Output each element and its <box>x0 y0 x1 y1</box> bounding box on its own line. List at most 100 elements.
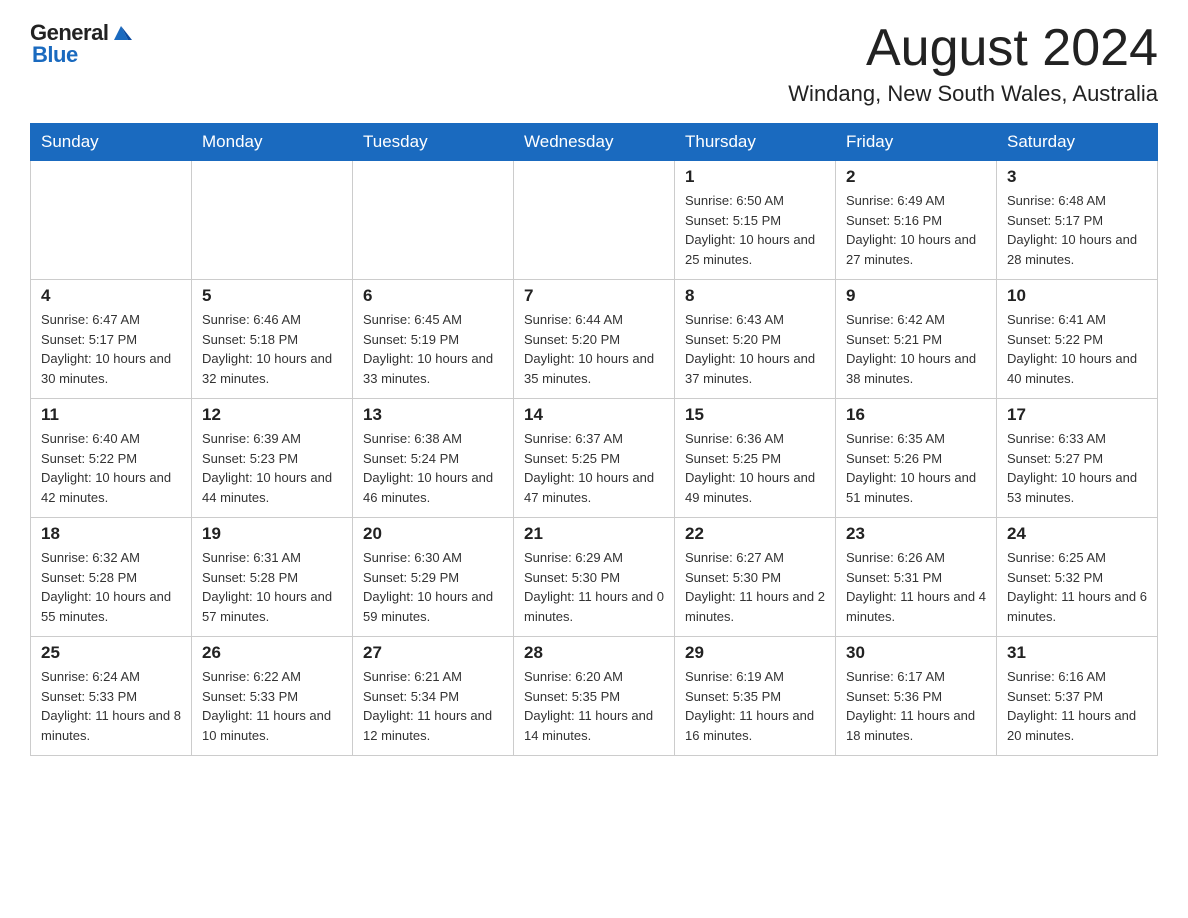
calendar-cell: 2 Sunrise: 6:49 AMSunset: 5:16 PMDaylight… <box>836 161 997 280</box>
calendar-cell: 26 Sunrise: 6:22 AMSunset: 5:33 PMDayligh… <box>192 637 353 756</box>
day-number: 14 <box>524 405 664 425</box>
calendar-table: SundayMondayTuesdayWednesdayThursdayFrid… <box>30 123 1158 756</box>
calendar-cell: 13 Sunrise: 6:38 AMSunset: 5:24 PMDayligh… <box>353 399 514 518</box>
weekday-header-saturday: Saturday <box>997 124 1158 161</box>
day-info: Sunrise: 6:21 AMSunset: 5:34 PMDaylight:… <box>363 667 503 745</box>
weekday-header-row: SundayMondayTuesdayWednesdayThursdayFrid… <box>31 124 1158 161</box>
location-title: Windang, New South Wales, Australia <box>788 81 1158 107</box>
day-number: 27 <box>363 643 503 663</box>
day-info: Sunrise: 6:37 AMSunset: 5:25 PMDaylight:… <box>524 429 664 507</box>
day-number: 8 <box>685 286 825 306</box>
day-number: 9 <box>846 286 986 306</box>
calendar-cell <box>31 161 192 280</box>
calendar-cell: 31 Sunrise: 6:16 AMSunset: 5:37 PMDayligh… <box>997 637 1158 756</box>
day-info: Sunrise: 6:30 AMSunset: 5:29 PMDaylight:… <box>363 548 503 626</box>
weekday-header-friday: Friday <box>836 124 997 161</box>
weekday-header-sunday: Sunday <box>31 124 192 161</box>
day-number: 26 <box>202 643 342 663</box>
calendar-cell: 7 Sunrise: 6:44 AMSunset: 5:20 PMDaylight… <box>514 280 675 399</box>
calendar-cell: 19Sunrise: 6:31 AMSunset: 5:28 PMDayligh… <box>192 518 353 637</box>
calendar-cell: 5Sunrise: 6:46 AMSunset: 5:18 PMDaylight… <box>192 280 353 399</box>
day-info: Sunrise: 6:16 AMSunset: 5:37 PMDaylight:… <box>1007 667 1147 745</box>
day-number: 4 <box>41 286 181 306</box>
calendar-week-row: 25 Sunrise: 6:24 AMSunset: 5:33 PMDayligh… <box>31 637 1158 756</box>
day-info: Sunrise: 6:50 AMSunset: 5:15 PMDaylight:… <box>685 191 825 269</box>
calendar-cell: 17 Sunrise: 6:33 AMSunset: 5:27 PMDayligh… <box>997 399 1158 518</box>
day-number: 16 <box>846 405 986 425</box>
weekday-header-wednesday: Wednesday <box>514 124 675 161</box>
day-info: Sunrise: 6:26 AMSunset: 5:31 PMDaylight:… <box>846 548 986 626</box>
day-info: Sunrise: 6:41 AMSunset: 5:22 PMDaylight:… <box>1007 310 1147 388</box>
day-number: 11 <box>41 405 181 425</box>
weekday-header-tuesday: Tuesday <box>353 124 514 161</box>
logo-text-blue: Blue <box>32 42 78 68</box>
day-info: Sunrise: 6:42 AMSunset: 5:21 PMDaylight:… <box>846 310 986 388</box>
calendar-cell: 9 Sunrise: 6:42 AMSunset: 5:21 PMDaylight… <box>836 280 997 399</box>
day-number: 10 <box>1007 286 1147 306</box>
calendar-cell: 16 Sunrise: 6:35 AMSunset: 5:26 PMDayligh… <box>836 399 997 518</box>
calendar-cell: 11Sunrise: 6:40 AMSunset: 5:22 PMDayligh… <box>31 399 192 518</box>
calendar-week-row: 1 Sunrise: 6:50 AMSunset: 5:15 PMDaylight… <box>31 161 1158 280</box>
day-info: Sunrise: 6:33 AMSunset: 5:27 PMDaylight:… <box>1007 429 1147 507</box>
calendar-cell: 22 Sunrise: 6:27 AMSunset: 5:30 PMDayligh… <box>675 518 836 637</box>
day-info: Sunrise: 6:19 AMSunset: 5:35 PMDaylight:… <box>685 667 825 745</box>
day-number: 23 <box>846 524 986 544</box>
day-number: 21 <box>524 524 664 544</box>
calendar-cell: 28 Sunrise: 6:20 AMSunset: 5:35 PMDayligh… <box>514 637 675 756</box>
day-info: Sunrise: 6:44 AMSunset: 5:20 PMDaylight:… <box>524 310 664 388</box>
day-number: 13 <box>363 405 503 425</box>
calendar-week-row: 4 Sunrise: 6:47 AMSunset: 5:17 PMDaylight… <box>31 280 1158 399</box>
calendar-cell <box>514 161 675 280</box>
day-number: 3 <box>1007 167 1147 187</box>
calendar-cell: 25 Sunrise: 6:24 AMSunset: 5:33 PMDayligh… <box>31 637 192 756</box>
calendar-cell: 4 Sunrise: 6:47 AMSunset: 5:17 PMDaylight… <box>31 280 192 399</box>
day-number: 20 <box>363 524 503 544</box>
day-number: 17 <box>1007 405 1147 425</box>
day-info: Sunrise: 6:45 AMSunset: 5:19 PMDaylight:… <box>363 310 503 388</box>
day-number: 24 <box>1007 524 1147 544</box>
calendar-cell: 18 Sunrise: 6:32 AMSunset: 5:28 PMDayligh… <box>31 518 192 637</box>
day-info: Sunrise: 6:29 AMSunset: 5:30 PMDaylight:… <box>524 548 664 626</box>
calendar-cell: 3 Sunrise: 6:48 AMSunset: 5:17 PMDaylight… <box>997 161 1158 280</box>
day-info: Sunrise: 6:20 AMSunset: 5:35 PMDaylight:… <box>524 667 664 745</box>
calendar-cell <box>192 161 353 280</box>
day-info: Sunrise: 6:43 AMSunset: 5:20 PMDaylight:… <box>685 310 825 388</box>
calendar-cell: 30Sunrise: 6:17 AMSunset: 5:36 PMDayligh… <box>836 637 997 756</box>
calendar-week-row: 11Sunrise: 6:40 AMSunset: 5:22 PMDayligh… <box>31 399 1158 518</box>
day-info: Sunrise: 6:48 AMSunset: 5:17 PMDaylight:… <box>1007 191 1147 269</box>
day-number: 18 <box>41 524 181 544</box>
logo-triangle-icon <box>110 22 132 44</box>
day-number: 22 <box>685 524 825 544</box>
day-number: 2 <box>846 167 986 187</box>
page-header: General Blue August 2024 Windang, New So… <box>30 20 1158 107</box>
day-info: Sunrise: 6:47 AMSunset: 5:17 PMDaylight:… <box>41 310 181 388</box>
calendar-cell: 27 Sunrise: 6:21 AMSunset: 5:34 PMDayligh… <box>353 637 514 756</box>
calendar-cell: 29 Sunrise: 6:19 AMSunset: 5:35 PMDayligh… <box>675 637 836 756</box>
calendar-cell: 8 Sunrise: 6:43 AMSunset: 5:20 PMDaylight… <box>675 280 836 399</box>
day-info: Sunrise: 6:27 AMSunset: 5:30 PMDaylight:… <box>685 548 825 626</box>
day-number: 31 <box>1007 643 1147 663</box>
day-info: Sunrise: 6:32 AMSunset: 5:28 PMDaylight:… <box>41 548 181 626</box>
day-number: 25 <box>41 643 181 663</box>
calendar-cell: 1 Sunrise: 6:50 AMSunset: 5:15 PMDaylight… <box>675 161 836 280</box>
logo: General Blue <box>30 20 132 68</box>
day-info: Sunrise: 6:24 AMSunset: 5:33 PMDaylight:… <box>41 667 181 745</box>
day-number: 15 <box>685 405 825 425</box>
day-number: 29 <box>685 643 825 663</box>
day-info: Sunrise: 6:35 AMSunset: 5:26 PMDaylight:… <box>846 429 986 507</box>
calendar-cell: 6Sunrise: 6:45 AMSunset: 5:19 PMDaylight… <box>353 280 514 399</box>
day-number: 7 <box>524 286 664 306</box>
month-title: August 2024 <box>788 20 1158 77</box>
day-number: 28 <box>524 643 664 663</box>
calendar-cell: 21 Sunrise: 6:29 AMSunset: 5:30 PMDayligh… <box>514 518 675 637</box>
day-number: 1 <box>685 167 825 187</box>
calendar-cell: 12Sunrise: 6:39 AMSunset: 5:23 PMDayligh… <box>192 399 353 518</box>
day-info: Sunrise: 6:25 AMSunset: 5:32 PMDaylight:… <box>1007 548 1147 626</box>
day-info: Sunrise: 6:38 AMSunset: 5:24 PMDaylight:… <box>363 429 503 507</box>
day-info: Sunrise: 6:22 AMSunset: 5:33 PMDaylight:… <box>202 667 342 745</box>
weekday-header-monday: Monday <box>192 124 353 161</box>
calendar-week-row: 18 Sunrise: 6:32 AMSunset: 5:28 PMDayligh… <box>31 518 1158 637</box>
calendar-cell <box>353 161 514 280</box>
day-info: Sunrise: 6:17 AMSunset: 5:36 PMDaylight:… <box>846 667 986 745</box>
day-info: Sunrise: 6:49 AMSunset: 5:16 PMDaylight:… <box>846 191 986 269</box>
